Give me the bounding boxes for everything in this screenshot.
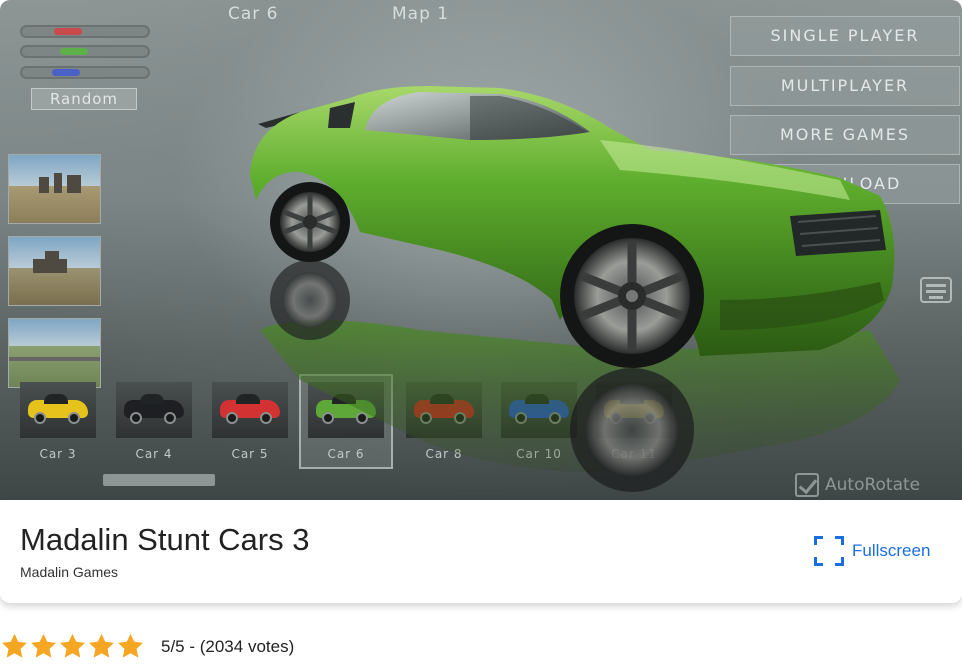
fullscreen-icon bbox=[814, 536, 844, 566]
star-icon[interactable] bbox=[29, 632, 58, 661]
autorotate-checkbox[interactable] bbox=[795, 473, 819, 497]
game-title: Madalin Stunt Cars 3 bbox=[20, 522, 310, 557]
star-icon[interactable] bbox=[116, 632, 145, 661]
rating-text: 5/5 - (2034 votes) bbox=[161, 636, 295, 656]
fullscreen-label: Fullscreen bbox=[852, 541, 931, 560]
developer-name[interactable]: Madalin Games bbox=[20, 564, 118, 580]
autorotate-toggle[interactable]: AutoRotate bbox=[795, 473, 920, 497]
car-3d-view[interactable] bbox=[0, 0, 962, 500]
rating-row: 5/5 - (2034 votes) bbox=[0, 632, 294, 661]
game-page: Car 6 Map 1 Random SINGLE PLAYER MULTIPL… bbox=[0, 0, 962, 671]
autorotate-label: AutoRotate bbox=[825, 475, 921, 495]
star-rating[interactable] bbox=[0, 632, 145, 661]
fullscreen-button[interactable]: Fullscreen bbox=[814, 536, 930, 566]
game-info-card: Madalin Stunt Cars 3 Madalin Games Fulls… bbox=[0, 500, 962, 603]
star-icon[interactable] bbox=[58, 632, 87, 661]
star-icon[interactable] bbox=[87, 632, 116, 661]
star-icon[interactable] bbox=[0, 632, 29, 661]
game-canvas[interactable]: Car 6 Map 1 Random SINGLE PLAYER MULTIPL… bbox=[0, 0, 962, 500]
